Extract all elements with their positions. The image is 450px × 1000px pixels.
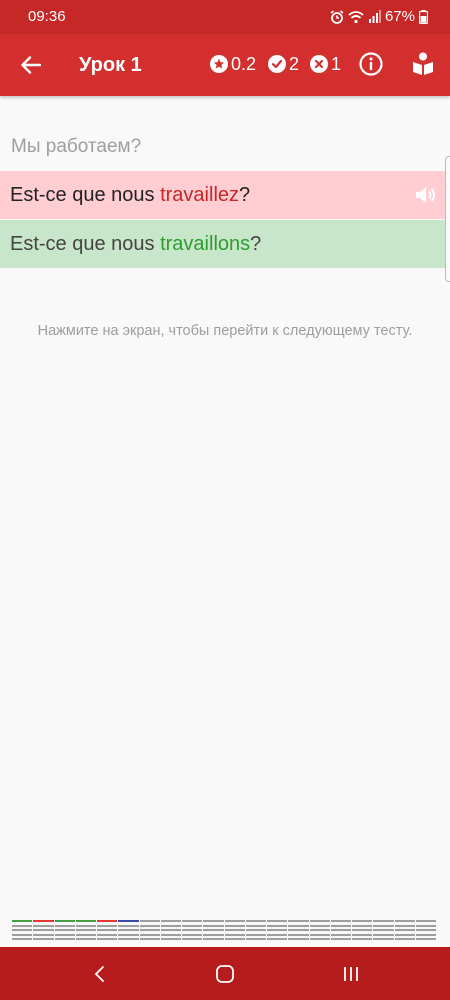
progress-cell <box>12 920 33 940</box>
x-circle-icon <box>310 55 328 73</box>
nav-recents-button[interactable] <box>338 961 364 987</box>
battery-icon <box>419 9 428 24</box>
status-time: 09:36 <box>28 8 66 25</box>
alarm-icon <box>330 9 344 24</box>
progress-cell <box>415 920 436 940</box>
user-answer-suffix: ? <box>239 183 251 206</box>
progress-cell <box>394 920 415 940</box>
system-nav-bar <box>0 947 450 1000</box>
page-title: Урок 1 <box>79 54 142 76</box>
score-value: 0.2 <box>231 53 257 74</box>
user-answer-row: Est-ce que nous travaillez? <box>0 171 446 219</box>
correct-answer-highlight: travaillons <box>160 232 251 255</box>
side-drawer-handle[interactable] <box>445 156 450 282</box>
star-icon <box>210 55 228 73</box>
progress-cell <box>330 920 351 940</box>
progress-cell <box>54 920 75 940</box>
signal-icon <box>368 10 381 23</box>
wrong-count: 1 <box>331 53 342 74</box>
lesson-book-button[interactable] <box>410 51 436 77</box>
nav-home-button[interactable] <box>212 961 238 987</box>
recents-icon <box>344 967 358 981</box>
info-button[interactable] <box>358 51 384 77</box>
user-answer-error: travaillez <box>160 183 240 206</box>
wrong-stat: 1 <box>310 53 341 75</box>
progress-cell <box>75 920 96 940</box>
progress-cell <box>288 920 309 940</box>
battery-percent: 67% <box>384 8 415 25</box>
continue-hint: Нажмите на экран, чтобы перейти к следую… <box>37 323 413 339</box>
home-icon <box>216 965 234 983</box>
progress-cell <box>245 920 266 940</box>
nav-back-button[interactable] <box>87 961 113 987</box>
book-reader-icon <box>413 52 433 75</box>
correct-answer-row: Est-ce que nous travaillons? <box>0 220 446 268</box>
progress-cell <box>203 920 224 940</box>
correct-answer-suffix: ? <box>250 232 262 255</box>
arrow-left-icon <box>21 56 41 74</box>
progress-cell <box>139 920 160 940</box>
progress-cell <box>224 920 245 940</box>
progress-cell <box>33 920 54 940</box>
lesson-progress <box>12 920 436 940</box>
info-icon <box>359 52 383 76</box>
wifi-icon <box>348 10 364 23</box>
progress-cell <box>267 920 288 940</box>
back-button[interactable] <box>14 49 48 81</box>
progress-cell <box>182 920 203 940</box>
speaker-icon <box>416 187 435 203</box>
status-bar: 09:36 67% <box>0 0 450 34</box>
progress-cell <box>373 920 394 940</box>
correct-count: 2 <box>289 53 300 74</box>
progress-cell <box>97 920 118 940</box>
status-icons: 67% <box>330 8 428 25</box>
prompt-text: Мы работаем? <box>11 136 142 157</box>
correct-answer-prefix: Est-ce que nous <box>10 232 161 255</box>
score-stat: 0.2 <box>210 53 256 75</box>
check-circle-icon <box>268 55 286 73</box>
correct-stat: 2 <box>268 53 299 75</box>
progress-cell <box>160 920 181 940</box>
progress-cell <box>352 920 373 940</box>
user-answer-prefix: Est-ce que nous <box>10 183 161 206</box>
progress-cell <box>309 920 330 940</box>
speaker-button[interactable] <box>414 183 438 207</box>
app-bar: Урок 1 0.2 2 1 <box>0 34 450 96</box>
chevron-left-icon <box>94 966 104 982</box>
progress-cell <box>118 920 139 940</box>
